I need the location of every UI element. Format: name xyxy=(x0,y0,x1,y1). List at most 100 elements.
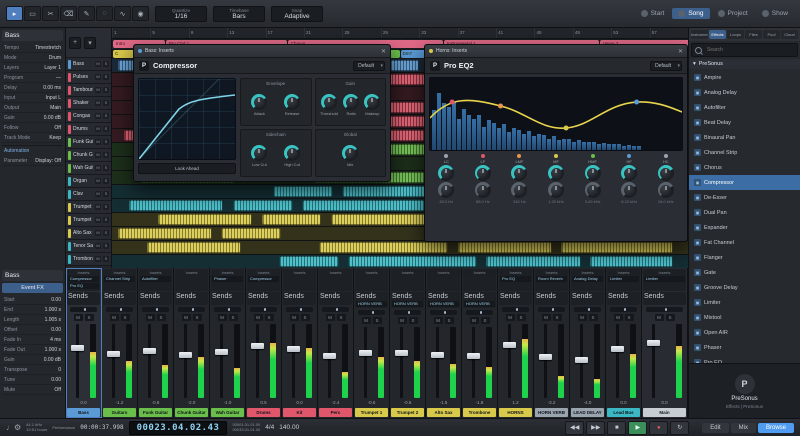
mute-button[interactable]: M xyxy=(95,139,101,145)
mute-button[interactable]: M xyxy=(95,165,101,171)
fader-track[interactable] xyxy=(616,324,619,398)
effect-item[interactable]: ▣ Expander xyxy=(689,220,800,235)
pan-control[interactable] xyxy=(610,307,637,312)
listen-tool[interactable]: ◉ xyxy=(132,6,149,21)
performance-label[interactable]: Performance xyxy=(52,425,75,430)
send-slot[interactable]: HORN VERB xyxy=(356,301,387,307)
mute-button[interactable]: M xyxy=(541,314,551,321)
pan-control[interactable] xyxy=(142,307,169,312)
gain-knob[interactable] xyxy=(584,165,601,181)
inspector-row[interactable]: Output Main xyxy=(2,103,63,113)
pan-control[interactable] xyxy=(214,307,241,312)
track-header[interactable]: Funk GuitarMS xyxy=(66,136,111,149)
fader-handle[interactable] xyxy=(287,346,300,353)
mute-button[interactable]: M xyxy=(95,191,101,197)
fader-track[interactable] xyxy=(256,324,259,398)
look-ahead-button[interactable]: Look Ahead xyxy=(138,163,236,174)
record-button[interactable]: ● xyxy=(649,420,669,435)
track-header[interactable]: Tenor SaxMS xyxy=(66,240,111,253)
audio-event[interactable] xyxy=(273,186,333,197)
gain-knob[interactable] xyxy=(511,165,528,181)
fader-handle[interactable] xyxy=(251,343,264,350)
effect-item[interactable]: ▣ Autofilter xyxy=(689,100,800,115)
mixer-channel-perc[interactable]: Inserts Sends M S -2.4 Perc xyxy=(318,268,354,418)
insert-slot[interactable]: Pro EQ xyxy=(68,283,99,289)
eq-spectrum-display[interactable] xyxy=(429,77,683,151)
browser-tab-files[interactable]: Files xyxy=(745,30,762,39)
pan-control[interactable] xyxy=(322,307,349,312)
audio-event[interactable] xyxy=(457,242,552,253)
knob-release[interactable]: Release xyxy=(284,94,301,116)
proeq-preset-dropdown[interactable]: Default xyxy=(650,60,682,71)
solo-button[interactable]: S xyxy=(444,317,454,324)
fader-handle[interactable] xyxy=(611,346,624,353)
solo-button[interactable]: S xyxy=(103,61,109,67)
fader-track[interactable] xyxy=(112,324,115,398)
browser-search[interactable] xyxy=(691,43,798,57)
mute-button[interactable]: M xyxy=(469,317,479,324)
freq-knob[interactable] xyxy=(548,182,565,198)
insert-slot[interactable]: Limiter xyxy=(608,276,639,282)
mixer-channel-chunk-guitar[interactable]: Inserts Sends M S -2.0 Chunk Guitar xyxy=(174,268,210,418)
send-slot[interactable]: HORN VERB xyxy=(428,301,459,307)
fader-handle[interactable] xyxy=(647,339,660,346)
insert-slot[interactable]: Phaser xyxy=(212,276,243,282)
event-fx-button[interactable]: Event FX xyxy=(2,283,63,293)
freq-knob[interactable] xyxy=(438,182,455,198)
browser-tab-loops[interactable]: Loops xyxy=(727,30,744,39)
effect-item[interactable]: ▣ Pro EQ xyxy=(689,355,800,363)
solo-button[interactable]: S xyxy=(300,314,310,321)
gain-knob[interactable] xyxy=(657,165,674,181)
insert-slot[interactable]: Limiter xyxy=(644,276,685,282)
audio-event[interactable] xyxy=(129,200,224,211)
solo-button[interactable]: S xyxy=(103,191,109,197)
effect-item[interactable]: ▣ Dual Pan xyxy=(689,205,800,220)
solo-button[interactable]: S xyxy=(372,317,382,324)
pan-control[interactable] xyxy=(394,310,421,315)
pan-control[interactable] xyxy=(250,307,277,312)
track-header[interactable]: Alto Sax M S xyxy=(66,227,111,240)
knob-attack[interactable]: Attack xyxy=(251,94,268,116)
range-tool[interactable]: ▭ xyxy=(24,6,41,21)
mute-button[interactable]: M xyxy=(289,314,299,321)
mixer-channel-alto-sax[interactable]: Inserts Sends HORN VERB M S -1.5 Alto Sax xyxy=(426,268,462,418)
solo-button[interactable]: S xyxy=(120,314,130,321)
mixer-channel-trumpet-1[interactable]: Inserts Sends HORN VERB M S -0.6 Trumpet 1 xyxy=(354,268,390,418)
event-property-row[interactable]: Gain 0.00 dB xyxy=(2,355,63,365)
search-input[interactable] xyxy=(705,46,794,54)
effect-item[interactable]: ▣ Phaser xyxy=(689,340,800,355)
mute-button[interactable]: M xyxy=(73,314,83,321)
loop-button[interactable]: ↻ xyxy=(670,420,690,435)
mixer-channel-funk-guitar[interactable]: Inserts Autofilter Sends M S -0.8 Funk Guitar xyxy=(138,268,174,418)
solo-button[interactable]: S xyxy=(480,317,490,324)
fader-handle[interactable] xyxy=(503,341,516,348)
browser-tab-cloud[interactable]: Cloud xyxy=(781,30,798,39)
mute-button[interactable]: M xyxy=(654,314,664,321)
mute-button[interactable]: M xyxy=(217,314,227,321)
fader-track[interactable] xyxy=(184,324,187,398)
page-song[interactable]: Song xyxy=(672,8,710,19)
pan-control[interactable] xyxy=(178,307,205,312)
fader-handle[interactable] xyxy=(395,349,408,356)
fader-handle[interactable] xyxy=(71,344,84,351)
freq-knob[interactable] xyxy=(511,182,528,198)
stop-button[interactable]: ■ xyxy=(607,420,627,435)
mixer-channel-guitars[interactable]: Inserts Channel Strip Sends M S -1.2 Guitars xyxy=(102,268,138,418)
gain-knob[interactable] xyxy=(548,165,565,181)
browser-tab-pool[interactable]: Pool xyxy=(763,30,780,39)
solo-button[interactable]: S xyxy=(264,314,274,321)
effect-item[interactable]: ▣ Chorus xyxy=(689,160,800,175)
fader-track[interactable] xyxy=(328,324,331,398)
track-lane[interactable] xyxy=(112,241,688,255)
compressor-preset-dropdown[interactable]: Default xyxy=(353,60,385,71)
mute-button[interactable]: M xyxy=(433,317,443,324)
track-header[interactable]: Congas M S xyxy=(66,110,111,123)
mute-button[interactable]: M xyxy=(95,230,101,236)
audio-event[interactable] xyxy=(590,256,673,267)
track-header[interactable]: Pulses M S xyxy=(66,71,111,84)
inspector-row[interactable]: Tempo Timestretch xyxy=(2,43,63,53)
effect-item[interactable]: ▣ De-Esser xyxy=(689,190,800,205)
solo-button[interactable]: S xyxy=(103,230,109,236)
split-tool[interactable]: ✂ xyxy=(42,6,59,21)
knob-makeup[interactable]: Makeup xyxy=(364,94,381,116)
